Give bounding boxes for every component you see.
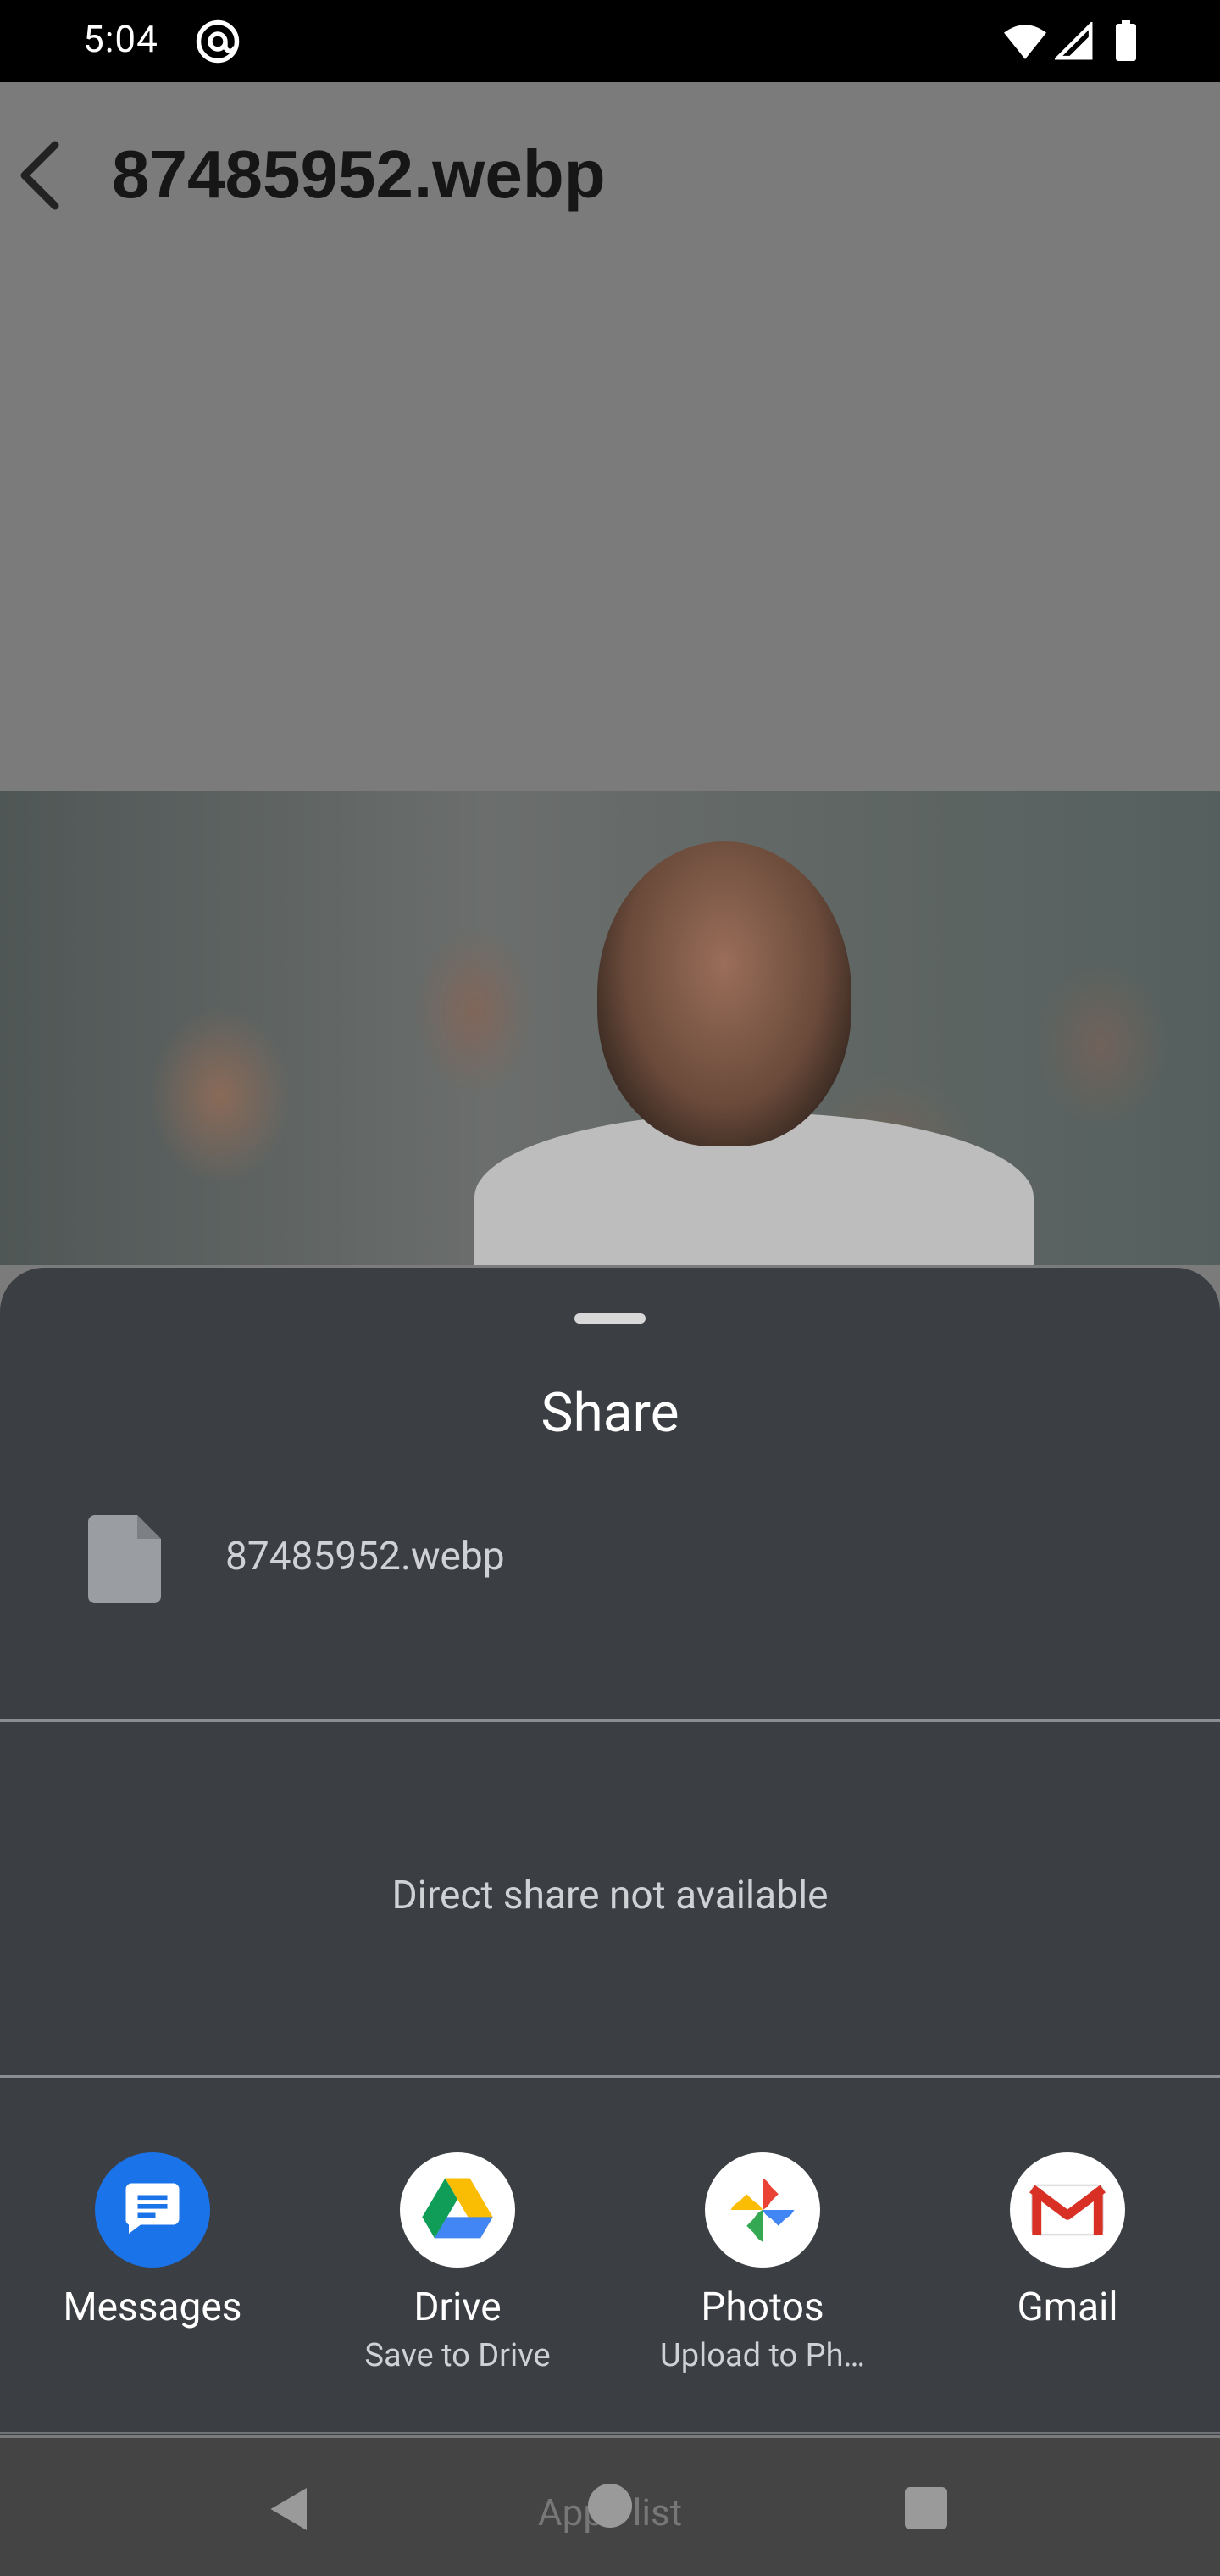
back-chevron-icon[interactable] [12,137,63,214]
navigation-bar: Apps list [0,2438,1220,2576]
app-label: Gmail [1017,2285,1118,2330]
share-target-messages[interactable]: Messages [0,2152,305,2330]
share-target-photos[interactable]: Photos Upload to Ph… [610,2152,915,2374]
photos-icon [705,2152,820,2268]
wifi-icon [1004,25,1046,59]
signal-icon [1055,22,1093,60]
direct-share-message: Direct share not available [391,1873,829,1918]
drive-icon [400,2152,515,2268]
divider [0,2075,1220,2078]
share-target-gmail[interactable]: Gmail [915,2152,1220,2330]
app-label: Drive [413,2285,502,2330]
app-sublabel: Upload to Ph… [660,2337,865,2374]
battery-icon [1116,20,1136,61]
status-time: 5:04 [83,17,158,61]
page-title: 87485952.webp [112,136,606,212]
drag-handle[interactable] [574,1313,646,1324]
share-title: Share [541,1381,679,1445]
gmail-icon [1010,2152,1125,2268]
image-preview [0,791,1220,1265]
nav-recents-icon[interactable] [905,2487,947,2529]
file-icon [88,1515,161,1603]
divider [0,1719,1220,1722]
nav-home-icon[interactable] [588,2484,632,2528]
app-label: Photos [701,2285,824,2330]
divider [0,2432,1220,2434]
file-name: 87485952.webp [225,1534,505,1579]
status-bar: 5:04 [0,0,1220,82]
messages-icon [95,2152,210,2268]
app-label: Messages [63,2285,242,2330]
preview-face [597,841,851,1146]
share-target-drive[interactable]: Drive Save to Drive [305,2152,610,2374]
at-sign-icon [196,19,240,64]
nav-back-icon[interactable] [264,2484,315,2534]
app-sublabel: Save to Drive [364,2337,551,2374]
